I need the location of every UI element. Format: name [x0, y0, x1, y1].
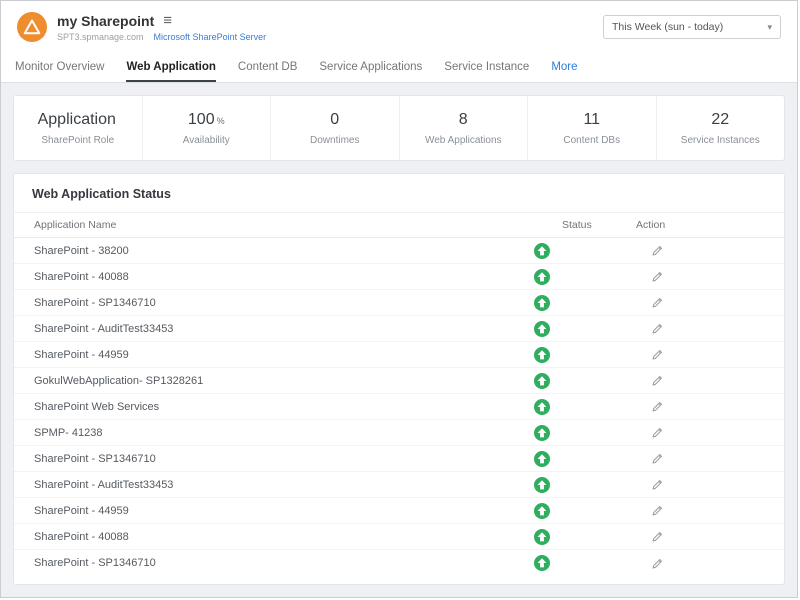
- time-range-dropdown[interactable]: This Week (sun - today) ▾: [603, 15, 781, 39]
- web-application-status-card: Web Application Status Application Name …: [13, 173, 785, 585]
- table-title: Web Application Status: [14, 174, 784, 212]
- table-row[interactable]: SharePoint - 38200: [14, 238, 784, 264]
- status-up-icon: [522, 477, 562, 493]
- application-name[interactable]: SharePoint - AuditTest33453: [34, 479, 522, 491]
- edit-icon[interactable]: [636, 504, 678, 517]
- status-up-icon: [522, 243, 562, 259]
- status-up-icon: [522, 503, 562, 519]
- edit-icon[interactable]: [636, 426, 678, 439]
- edit-icon[interactable]: [636, 478, 678, 491]
- status-up-icon: [522, 451, 562, 467]
- table-row[interactable]: SharePoint - AuditTest33453: [14, 316, 784, 342]
- stat-value: Application: [38, 111, 116, 128]
- server-type-link[interactable]: Microsoft SharePoint Server: [154, 32, 267, 42]
- table-row[interactable]: SharePoint - SP1346710: [14, 446, 784, 472]
- tab-monitor-overview[interactable]: Monitor Overview: [15, 53, 104, 82]
- status-up-icon: [522, 555, 562, 571]
- stat-suffix: %: [217, 116, 225, 126]
- edit-icon[interactable]: [636, 374, 678, 387]
- tab-service-applications[interactable]: Service Applications: [319, 53, 422, 82]
- monitor-host: SPT3.spmanage.com: [57, 32, 144, 42]
- table-body: SharePoint - 38200 SharePoint - 40088: [14, 238, 784, 576]
- hamburger-menu-icon[interactable]: ≡: [163, 13, 172, 28]
- tab-service-instance[interactable]: Service Instance: [444, 53, 529, 82]
- stat-value: 11: [583, 111, 600, 128]
- edit-icon[interactable]: [636, 322, 678, 335]
- app-window: my Sharepoint ≡ SPT3.spmanage.com Micros…: [0, 0, 798, 598]
- application-name[interactable]: SharePoint - SP1346710: [34, 453, 522, 465]
- stat-content-dbs: 11 Content DBs: [528, 96, 657, 160]
- time-range-value: This Week (sun - today): [612, 21, 723, 33]
- stat-value: 22: [711, 111, 729, 128]
- page-title: my Sharepoint: [57, 13, 154, 29]
- stat-availability: 100% Availability: [143, 96, 272, 160]
- table-row[interactable]: SharePoint - SP1346710: [14, 550, 784, 576]
- table-row[interactable]: SharePoint - AuditTest33453: [14, 472, 784, 498]
- application-name[interactable]: SPMP- 41238: [34, 427, 522, 439]
- status-up-icon: [522, 425, 562, 441]
- table-row[interactable]: SharePoint - 44959: [14, 498, 784, 524]
- stat-sharepoint-role: Application SharePoint Role: [14, 96, 143, 160]
- monitor-warning-icon: [17, 12, 47, 42]
- header: my Sharepoint ≡ SPT3.spmanage.com Micros…: [1, 1, 797, 53]
- status-up-icon: [522, 373, 562, 389]
- chevron-down-icon: ▾: [767, 22, 772, 33]
- application-name[interactable]: SharePoint - 40088: [34, 531, 522, 543]
- application-name[interactable]: SharePoint - SP1346710: [34, 557, 522, 569]
- edit-icon[interactable]: [636, 270, 678, 283]
- edit-icon[interactable]: [636, 452, 678, 465]
- application-name[interactable]: SharePoint - AuditTest33453: [34, 323, 522, 335]
- stat-label: Downtimes: [310, 135, 359, 146]
- column-header-action: Action: [636, 219, 678, 231]
- status-up-icon: [522, 347, 562, 363]
- stat-label: Web Applications: [425, 135, 502, 146]
- status-up-icon: [522, 399, 562, 415]
- content-area: Application SharePoint Role 100% Availab…: [1, 83, 797, 597]
- status-up-icon: [522, 295, 562, 311]
- tab-web-application[interactable]: Web Application: [126, 53, 215, 82]
- table-row[interactable]: SharePoint - SP1346710: [14, 290, 784, 316]
- table-row[interactable]: SharePoint - 40088: [14, 524, 784, 550]
- stat-label: Content DBs: [563, 135, 620, 146]
- stat-label: SharePoint Role: [41, 135, 114, 146]
- stat-label: Availability: [183, 135, 230, 146]
- edit-icon[interactable]: [636, 400, 678, 413]
- edit-icon[interactable]: [636, 244, 678, 257]
- table-row[interactable]: GokulWebApplication- SP1328261: [14, 368, 784, 394]
- title-block: my Sharepoint ≡ SPT3.spmanage.com Micros…: [57, 13, 266, 42]
- application-name[interactable]: SharePoint - SP1346710: [34, 297, 522, 309]
- column-header-status: Status: [562, 219, 636, 231]
- application-name[interactable]: SharePoint - 38200: [34, 245, 522, 257]
- status-up-icon: [522, 321, 562, 337]
- summary-stats-card: Application SharePoint Role 100% Availab…: [13, 95, 785, 161]
- application-name[interactable]: SharePoint Web Services: [34, 401, 522, 413]
- application-name[interactable]: GokulWebApplication- SP1328261: [34, 375, 522, 387]
- tab-more[interactable]: More: [551, 53, 577, 82]
- stat-value: 0: [330, 111, 339, 128]
- edit-icon[interactable]: [636, 557, 678, 570]
- table-header-row: Application Name Status Action: [14, 212, 784, 238]
- stat-web-applications: 8 Web Applications: [400, 96, 529, 160]
- stat-downtimes: 0 Downtimes: [271, 96, 400, 160]
- tab-content-db[interactable]: Content DB: [238, 53, 297, 82]
- edit-icon[interactable]: [636, 348, 678, 361]
- table-row[interactable]: SharePoint - 40088: [14, 264, 784, 290]
- stat-service-instances: 22 Service Instances: [657, 96, 785, 160]
- tabbar: Monitor Overview Web Application Content…: [1, 53, 797, 83]
- status-up-icon: [522, 269, 562, 285]
- application-name[interactable]: SharePoint - 44959: [34, 505, 522, 517]
- application-name[interactable]: SharePoint - 40088: [34, 271, 522, 283]
- table-row[interactable]: SharePoint Web Services: [14, 394, 784, 420]
- table-row[interactable]: SharePoint - 44959: [14, 342, 784, 368]
- status-up-icon: [522, 529, 562, 545]
- table-row[interactable]: SPMP- 41238: [14, 420, 784, 446]
- stat-value: 100: [188, 111, 215, 128]
- edit-icon[interactable]: [636, 296, 678, 309]
- stat-label: Service Instances: [681, 135, 760, 146]
- application-name[interactable]: SharePoint - 44959: [34, 349, 522, 361]
- column-header-application-name: Application Name: [34, 219, 522, 231]
- stat-value: 8: [459, 111, 468, 128]
- edit-icon[interactable]: [636, 530, 678, 543]
